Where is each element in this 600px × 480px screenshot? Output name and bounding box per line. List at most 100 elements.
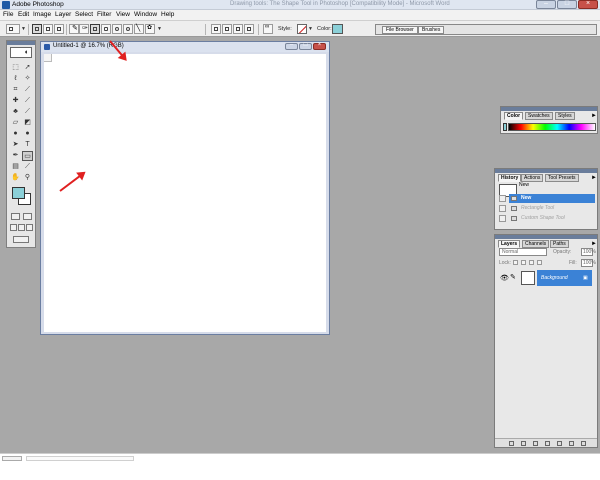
- minimize-button[interactable]: –: [536, 0, 556, 9]
- new-group-icon[interactable]: [557, 441, 562, 446]
- zoom-tool[interactable]: ⚲: [22, 173, 33, 183]
- slice-tool[interactable]: ⟋: [22, 85, 33, 95]
- magic-wand-tool[interactable]: ✧: [22, 74, 33, 84]
- document-canvas[interactable]: [44, 54, 326, 332]
- path-selection-tool[interactable]: ➤: [10, 140, 21, 150]
- paths-mode-button[interactable]: [43, 24, 53, 34]
- fill-input[interactable]: 100%: [581, 259, 596, 267]
- standard-mode-button[interactable]: [11, 213, 20, 220]
- taskbar-button[interactable]: [2, 456, 22, 461]
- color-palette-foreground-swatch[interactable]: [503, 123, 507, 131]
- well-tab-brushes[interactable]: Brushes: [418, 26, 445, 34]
- tool-preset-picker[interactable]: [6, 24, 20, 34]
- fill-pixels-mode-button[interactable]: [54, 24, 64, 34]
- menu-layer[interactable]: Layer: [55, 11, 71, 18]
- menu-select[interactable]: Select: [75, 11, 93, 18]
- freeform-pen-button[interactable]: ✑: [79, 24, 89, 34]
- link-layers-icon[interactable]: [509, 441, 514, 446]
- tab-styles[interactable]: Styles: [555, 112, 575, 120]
- trash-icon[interactable]: [581, 441, 586, 446]
- shape-area-exclude-button[interactable]: [244, 24, 254, 34]
- toolbox-drag-bar[interactable]: [7, 41, 35, 45]
- hand-tool[interactable]: ✋: [10, 173, 21, 183]
- menu-filter[interactable]: Filter: [97, 11, 111, 18]
- type-tool[interactable]: T: [22, 140, 33, 150]
- pen-tool-button[interactable]: ✎: [69, 24, 79, 34]
- crop-tool[interactable]: ⌗: [10, 85, 21, 95]
- well-tab-file-browser[interactable]: File Browser: [382, 26, 418, 34]
- foreground-color-swatch[interactable]: [12, 187, 25, 199]
- palette-menu-icon[interactable]: ►: [591, 113, 597, 119]
- document-title-bar[interactable]: Untitled-1 @ 16.7% (RGB) – □ ×: [41, 42, 329, 52]
- style-picker-swatch[interactable]: [297, 24, 307, 34]
- lock-position-checkbox[interactable]: [529, 260, 534, 265]
- shape-area-add-button[interactable]: [211, 24, 221, 34]
- line-tool-option[interactable]: ╲: [134, 24, 144, 34]
- close-button[interactable]: ×: [578, 0, 598, 9]
- tab-swatches[interactable]: Swatches: [525, 112, 553, 120]
- dodge-tool[interactable]: ●: [22, 129, 33, 139]
- gradient-tool[interactable]: ◩: [22, 118, 33, 128]
- maximize-button[interactable]: □: [557, 0, 577, 9]
- link-layer-button[interactable]: ∞: [263, 24, 273, 34]
- layer-mask-icon[interactable]: [533, 441, 538, 446]
- tab-color[interactable]: Color: [504, 112, 524, 120]
- screen-mode-full-button[interactable]: [26, 224, 33, 231]
- shape-layers-mode-button[interactable]: [32, 24, 42, 34]
- color-spectrum-bar[interactable]: [508, 123, 596, 131]
- history-step-new[interactable]: New: [509, 194, 595, 203]
- lock-all-checkbox[interactable]: [537, 260, 542, 265]
- layer-style-icon[interactable]: [521, 441, 526, 446]
- marquee-tool[interactable]: ⬚: [10, 63, 21, 73]
- lock-image-checkbox[interactable]: [521, 260, 526, 265]
- rectangle-tool-option[interactable]: [90, 24, 100, 34]
- menu-window[interactable]: Window: [134, 11, 157, 18]
- history-step-custom-shape-tool[interactable]: Custom Shape Tool: [509, 214, 595, 223]
- menu-edit[interactable]: Edit: [18, 11, 29, 18]
- document-maximize-button[interactable]: □: [299, 42, 312, 50]
- palette-drag-bar[interactable]: [495, 169, 597, 173]
- ellipse-tool-option[interactable]: [112, 24, 122, 34]
- lock-transparency-checkbox[interactable]: [513, 260, 518, 265]
- blur-tool[interactable]: ●: [10, 129, 21, 139]
- taskbar-button[interactable]: [26, 456, 134, 461]
- document-close-button[interactable]: ×: [313, 42, 326, 50]
- eye-icon[interactable]: 👁: [500, 274, 509, 282]
- tab-channels[interactable]: Channels: [522, 240, 550, 248]
- opacity-input[interactable]: 100%: [581, 248, 596, 256]
- tab-paths[interactable]: Paths: [550, 240, 569, 248]
- tab-layers[interactable]: Layers: [498, 240, 521, 248]
- palette-menu-icon[interactable]: ►: [591, 241, 597, 247]
- quick-mask-mode-button[interactable]: [23, 213, 32, 220]
- move-tool[interactable]: ➚: [22, 63, 33, 73]
- shape-area-intersect-button[interactable]: [233, 24, 243, 34]
- polygon-tool-option[interactable]: [123, 24, 133, 34]
- menu-view[interactable]: View: [116, 11, 130, 18]
- menu-image[interactable]: Image: [33, 11, 51, 18]
- tab-history[interactable]: History: [498, 174, 522, 182]
- tab-tool-presets[interactable]: Tool Presets: [545, 174, 579, 182]
- layer-row-background[interactable]: 👁 ✎ Background ▣: [499, 270, 595, 286]
- custom-shape-tool-option[interactable]: ✿: [145, 24, 155, 34]
- shape-color-swatch[interactable]: [332, 24, 343, 34]
- menu-file[interactable]: File: [3, 11, 13, 18]
- notes-tool[interactable]: ▤: [10, 162, 21, 172]
- pen-tool[interactable]: ✒: [10, 151, 21, 161]
- screen-mode-standard-button[interactable]: [10, 224, 17, 231]
- history-source-checkbox[interactable]: [499, 195, 506, 202]
- clone-stamp-tool[interactable]: ♣: [10, 107, 21, 117]
- healing-brush-tool[interactable]: ✚: [10, 96, 21, 106]
- new-layer-icon[interactable]: [569, 441, 574, 446]
- blend-mode-select[interactable]: Normal: [499, 248, 547, 256]
- palette-drag-bar[interactable]: [495, 235, 597, 239]
- eyedropper-tool[interactable]: ⟋: [22, 162, 33, 172]
- lasso-tool[interactable]: ℓ: [10, 74, 21, 84]
- jump-to-imageready-button[interactable]: [13, 236, 29, 243]
- adjustment-layer-icon[interactable]: [545, 441, 550, 446]
- history-brush-tool[interactable]: ⟋: [22, 107, 33, 117]
- brush-tool[interactable]: ⟋: [22, 96, 33, 106]
- shape-area-subtract-button[interactable]: [222, 24, 232, 34]
- rectangle-shape-tool[interactable]: ▭: [22, 151, 33, 161]
- palette-menu-icon[interactable]: ►: [591, 175, 597, 181]
- history-source-checkbox[interactable]: [499, 205, 506, 212]
